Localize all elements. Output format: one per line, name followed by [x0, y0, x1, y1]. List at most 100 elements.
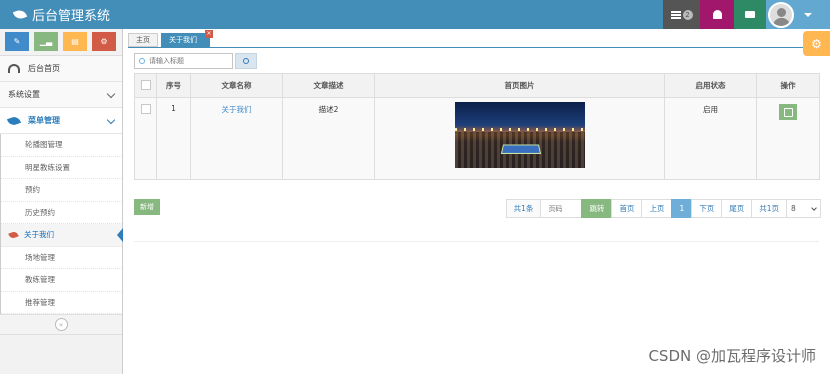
tab-about-us[interactable]: 关于我们 ×	[161, 30, 213, 47]
column-header: 首页图片	[374, 73, 665, 98]
settings-button[interactable]: ⚙	[803, 31, 830, 56]
sidebar-item-label: 轮播图管理	[25, 140, 63, 150]
table-header-row: 序号 文章名称 文章描述 首页图片 启用状态 操作	[134, 73, 820, 98]
tab-home[interactable]: 主页	[128, 33, 158, 47]
first-page-button[interactable]: 首页	[611, 199, 643, 218]
double-chevron-left-icon: «	[58, 320, 64, 329]
row-checkbox[interactable]	[140, 104, 151, 114]
app-title: 后台管理系统	[32, 9, 111, 24]
row-select-cell	[134, 97, 157, 180]
article-title-link[interactable]: 关于我们	[222, 105, 252, 114]
sidebar-item-home[interactable]: 后台首页	[0, 56, 122, 82]
sidebar-item-label: 历史预约	[25, 207, 55, 217]
page-size-select[interactable]: 8	[786, 199, 821, 218]
current-page[interactable]: 1	[671, 199, 693, 218]
signal-icon: ▁▃	[39, 37, 53, 46]
notifications-button[interactable]	[700, 0, 734, 29]
shortcut-signal-button[interactable]: ▁▃	[34, 32, 58, 51]
search-field[interactable]	[134, 53, 233, 69]
sidebar-item-recommend[interactable]: 推荐管理	[1, 292, 122, 314]
tasks-badge: 2	[682, 9, 693, 20]
pagination: 共1条 跳转 首页 上页 1 下页 尾页 共1页 8	[505, 199, 821, 218]
sidebar-item-menu-management[interactable]: 菜单管理	[0, 108, 122, 134]
row-index: 1	[156, 97, 191, 180]
table-row: 1 关于我们 描述2 启用	[134, 97, 820, 180]
messages-button[interactable]	[734, 0, 766, 29]
dashboard-icon	[8, 64, 20, 73]
sidebar-nav: 后台首页 系统设置 菜单管理 轮播图管理 明星教练设置 预约 历史预约 关于我们…	[0, 55, 123, 335]
row-description: 描述2	[282, 97, 375, 180]
tasks-icon	[670, 10, 681, 19]
total-pages: 共1页	[751, 199, 787, 218]
tab-underline	[128, 47, 825, 48]
search-button[interactable]	[235, 53, 257, 69]
search-icon	[243, 58, 249, 64]
sidebar-item-label: 系统设置	[8, 90, 40, 99]
pencil-icon: ✎	[13, 37, 21, 46]
sidebar-item-carousel[interactable]: 轮播图管理	[1, 134, 122, 157]
sidebar-item-about-us[interactable]: 关于我们	[1, 224, 123, 247]
navbar-icons: 2	[663, 0, 830, 29]
sidebar-item-star-coach[interactable]: 明星教练设置	[1, 157, 122, 179]
sidebar: ✎ ▁▃ ▤ ⚙ 后台首页 系统设置 菜单管理 轮播图管理 明星教练设置 预约 …	[0, 29, 123, 374]
sidebar-collapse-bar: «	[0, 314, 122, 335]
mail-icon	[745, 11, 755, 18]
row-image-cell	[374, 97, 665, 180]
collapse-sidebar-button[interactable]: «	[54, 318, 68, 331]
tab-label: 关于我们	[169, 36, 197, 44]
sidebar-item-coach[interactable]: 教练管理	[1, 269, 122, 292]
shortcut-cogs-button[interactable]: ⚙	[92, 32, 116, 51]
column-header: 启用状态	[664, 73, 757, 98]
brand[interactable]: 后台管理系统	[12, 5, 111, 24]
top-navbar: 后台管理系统 2	[0, 0, 830, 29]
divider	[134, 241, 819, 242]
row-actions-cell	[756, 97, 820, 180]
search-bar	[134, 53, 257, 69]
tennis-court	[500, 144, 541, 154]
close-icon[interactable]: ×	[205, 30, 213, 38]
sidebar-item-label: 场地管理	[25, 252, 55, 262]
book-icon: ▤	[71, 37, 79, 46]
stadium-lights	[454, 128, 585, 131]
caret-down-icon	[804, 12, 812, 17]
last-page-button[interactable]: 尾页	[721, 199, 753, 218]
shortcut-pencil-button[interactable]: ✎	[5, 32, 29, 51]
tasks-button[interactable]: 2	[663, 0, 700, 29]
sidebar-item-system-settings[interactable]: 系统设置	[0, 82, 122, 108]
sidebar-item-label: 推荐管理	[25, 297, 55, 307]
watermark: CSDN @加瓦程序设计师	[648, 347, 816, 365]
sidebar-item-booking[interactable]: 预约	[1, 179, 122, 202]
articles-table: 序号 文章名称 文章描述 首页图片 启用状态 操作 1 关于我们 描述2 启用	[134, 73, 820, 180]
select-all-checkbox[interactable]	[140, 79, 151, 90]
total-records: 共1条	[505, 199, 542, 218]
sidebar-item-label: 后台首页	[28, 64, 60, 73]
chevron-down-icon	[106, 115, 116, 125]
add-button[interactable]: 新增	[134, 199, 160, 215]
avatar	[768, 1, 794, 28]
next-page-button[interactable]: 下页	[691, 199, 723, 218]
sidebar-item-venue[interactable]: 场地管理	[1, 247, 122, 269]
prev-page-button[interactable]: 上页	[641, 199, 673, 218]
jump-button[interactable]: 跳转	[581, 199, 613, 218]
sidebar-item-label: 关于我们	[24, 230, 54, 240]
search-input[interactable]	[149, 57, 229, 65]
user-menu-button[interactable]	[766, 0, 830, 29]
tab-label: 主页	[136, 36, 150, 44]
column-header: 序号	[156, 73, 191, 98]
row-status: 启用	[664, 97, 757, 180]
submenu: 轮播图管理 明星教练设置 预约 历史预约 关于我们 场地管理 教练管理 推荐管理	[0, 134, 123, 314]
cogs-icon: ⚙	[100, 37, 108, 46]
sidebar-item-label: 菜单管理	[28, 116, 60, 125]
main-content: 主页 关于我们 × ⚙ 序号 文章名称 文章描述 首页图片 启用状态 操作	[124, 29, 830, 374]
page-number-input[interactable]	[548, 204, 575, 213]
gear-icon: ⚙	[811, 36, 822, 51]
edit-button[interactable]	[779, 104, 797, 120]
sidebar-item-label: 明星教练设置	[25, 162, 70, 172]
shortcut-book-button[interactable]: ▤	[63, 32, 87, 51]
leaf-icon	[12, 8, 28, 21]
sidebar-shortcuts: ✎ ▁▃ ▤ ⚙	[0, 29, 122, 55]
column-header: 文章名称	[190, 73, 283, 98]
sidebar-item-booking-history[interactable]: 历史预约	[1, 202, 122, 224]
row-name-cell: 关于我们	[190, 97, 283, 180]
page-number-field[interactable]	[540, 199, 583, 218]
